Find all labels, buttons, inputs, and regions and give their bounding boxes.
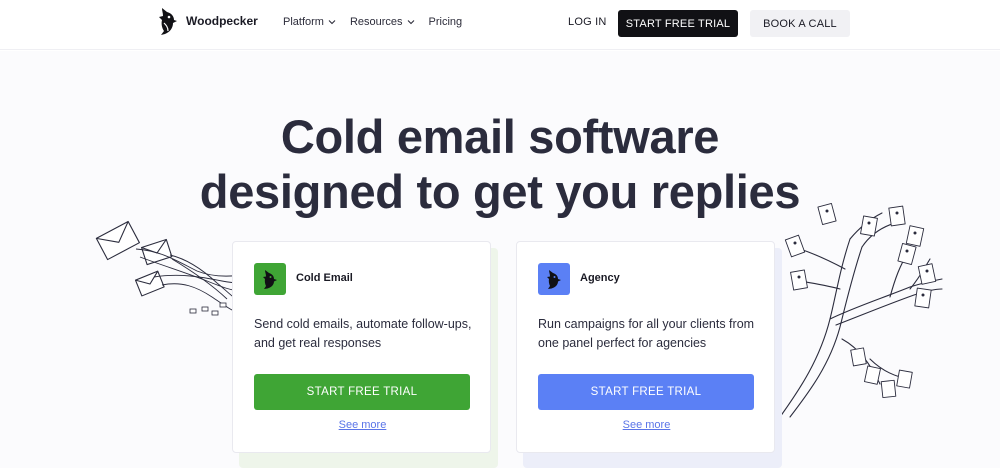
agency-see-more-link[interactable]: See more (517, 419, 776, 431)
agency-logo-icon (538, 263, 570, 295)
chevron-down-icon (407, 20, 414, 25)
nav-item-label: Resources (349, 16, 403, 28)
chevron-down-icon (328, 20, 336, 25)
woodpecker-logo-icon (547, 270, 561, 289)
cold-email-see-more-link[interactable]: See more (233, 419, 492, 431)
start-free-trial-button[interactable]: START FREE TRIAL (618, 10, 738, 37)
site-header: Woodpecker Platform Resources Pricing LO… (0, 0, 1000, 50)
nav-item-label: Pricing (428, 16, 463, 28)
product-card-cold-email: Cold Email Send cold emails, automate fo… (232, 241, 491, 453)
book-a-call-button[interactable]: BOOK A CALL (750, 10, 850, 37)
nav-item-pricing[interactable]: Pricing (429, 16, 463, 28)
cold-email-start-free-trial-button[interactable]: START FREE TRIAL (254, 374, 470, 410)
agency-start-free-trial-button[interactable]: START FREE TRIAL (538, 374, 754, 410)
main-nav: Platform Resources Pricing (283, 16, 476, 28)
nav-item-label: Platform (283, 16, 324, 28)
card-title: Cold Email (296, 272, 353, 284)
nav-item-resources[interactable]: Resources (350, 16, 415, 28)
login-link[interactable]: LOG IN (568, 16, 607, 28)
card-description: Send cold emails, automate follow-ups, a… (254, 317, 472, 350)
nav-item-platform[interactable]: Platform (283, 16, 336, 28)
tree-branch-illustration (779, 203, 943, 418)
brand-name: Woodpecker (186, 14, 258, 28)
card-description: Run campaigns for all your clients from … (538, 317, 755, 350)
card-title: Agency (580, 272, 620, 284)
product-card-agency: Agency Run campaigns for all your client… (516, 241, 775, 453)
brand-logo[interactable]: Woodpecker (158, 6, 258, 36)
cold-email-logo-icon (254, 263, 286, 295)
envelopes-illustration (95, 220, 242, 316)
woodpecker-logo-icon (159, 8, 177, 35)
woodpecker-logo-icon (263, 270, 277, 289)
hero-headline-line1: Cold email software (280, 110, 720, 163)
hero-section: Cold email software designed to get you … (0, 51, 1000, 468)
